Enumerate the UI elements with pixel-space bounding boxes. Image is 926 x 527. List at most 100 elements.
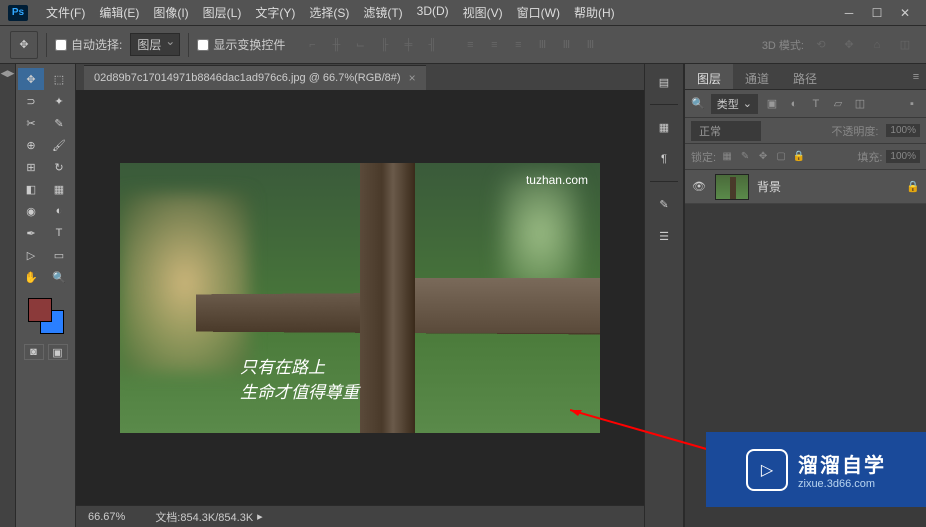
dodge-tool[interactable]: ◐ <box>46 200 72 222</box>
layer-row[interactable]: 👁 背景 🔒 <box>685 170 926 204</box>
path-select-tool[interactable]: ▷ <box>18 244 44 266</box>
lock-all-icon[interactable]: 🔒 <box>792 150 806 164</box>
close-button[interactable]: ✕ <box>892 3 918 23</box>
shape-tool[interactable]: ▭ <box>46 244 72 266</box>
history-panel-icon[interactable]: ▤ <box>652 70 676 94</box>
layer-visibility-icon[interactable]: 👁 <box>691 179 707 195</box>
align-left-icon[interactable]: ╟ <box>373 34 395 56</box>
filter-shape-icon[interactable]: ▱ <box>830 96 846 112</box>
tab-close-icon[interactable]: × <box>409 71 416 85</box>
dist-left-icon[interactable]: Ⅲ <box>531 34 553 56</box>
divider <box>46 33 47 57</box>
align-hcenter-icon[interactable]: ╪ <box>397 34 419 56</box>
adjustments-panel-icon[interactable]: ☰ <box>652 224 676 248</box>
align-right-icon[interactable]: ╢ <box>421 34 443 56</box>
blend-mode-select[interactable]: 正常 <box>691 121 761 141</box>
align-buttons: ⌐ ╫ ⌙ ╟ ╪ ╢ <box>301 34 443 56</box>
menu-image[interactable]: 图像(I) <box>147 0 194 25</box>
menu-window[interactable]: 窗口(W) <box>511 0 566 25</box>
panel-menu-icon[interactable]: ≡ <box>906 64 926 89</box>
show-transform-checkbox[interactable] <box>197 39 209 51</box>
lock-pixels-icon[interactable]: ✎ <box>738 150 752 164</box>
align-top-icon[interactable]: ⌐ <box>301 34 323 56</box>
auto-select-checkbox[interactable] <box>55 39 67 51</box>
minimize-button[interactable]: ─ <box>836 3 862 23</box>
gradient-tool[interactable]: ▦ <box>46 178 72 200</box>
dist-right-icon[interactable]: Ⅲ <box>579 34 601 56</box>
paragraph-panel-icon[interactable]: ¶ <box>652 147 676 171</box>
lock-transparent-icon[interactable]: ▦ <box>720 150 734 164</box>
tab-channels[interactable]: 通道 <box>733 64 781 89</box>
show-transform-check[interactable]: 显示变换控件 <box>197 36 285 53</box>
dist-bottom-icon[interactable]: ≡ <box>507 34 529 56</box>
screen-mode-icon[interactable]: ▣ <box>48 344 68 360</box>
lock-artboard-icon[interactable]: ▢ <box>774 150 788 164</box>
filter-type-icon[interactable]: T <box>808 96 824 112</box>
menu-view[interactable]: 视图(V) <box>457 0 509 25</box>
color-swatches <box>18 294 73 338</box>
options-bar: ✥ 自动选择: 图层 显示变换控件 ⌐ ╫ ⌙ ╟ ╪ ╢ ≡ ≡ ≡ Ⅲ Ⅲ … <box>0 26 926 64</box>
doc-size-info[interactable]: 文档:854.3K/854.3K ▸ <box>155 509 262 525</box>
tab-layers[interactable]: 图层 <box>685 64 733 89</box>
filter-smart-icon[interactable]: ◫ <box>852 96 868 112</box>
fill-value[interactable]: 100% <box>886 150 920 163</box>
opacity-value[interactable]: 100% <box>886 124 920 137</box>
3d-pan-icon[interactable]: ✥ <box>838 34 860 56</box>
3d-scale-icon[interactable]: ◫ <box>894 34 916 56</box>
menu-filter[interactable]: 滤镜(T) <box>357 0 408 25</box>
maximize-button[interactable]: ☐ <box>864 3 890 23</box>
align-vcenter-icon[interactable]: ╫ <box>325 34 347 56</box>
3d-orbit-icon[interactable]: ⟲ <box>810 34 832 56</box>
align-bottom-icon[interactable]: ⌙ <box>349 34 371 56</box>
move-tool[interactable]: ✥ <box>18 68 44 90</box>
3d-zoom-icon[interactable]: ⌂ <box>866 34 888 56</box>
menu-edit[interactable]: 编辑(E) <box>93 0 145 25</box>
layer-select-dropdown[interactable]: 图层 <box>130 33 180 56</box>
zoom-tool[interactable]: 🔍 <box>46 266 72 288</box>
stamp-tool[interactable]: ⊞ <box>18 156 44 178</box>
magic-wand-tool[interactable]: ✦ <box>46 90 72 112</box>
menu-file[interactable]: 文件(F) <box>40 0 91 25</box>
quick-mask-icon[interactable]: ◙ <box>24 344 44 360</box>
blur-tool[interactable]: ◉ <box>18 200 44 222</box>
lock-position-icon[interactable]: ✥ <box>756 150 770 164</box>
hand-tool[interactable]: ✋ <box>18 266 44 288</box>
pen-tool[interactable]: ✒ <box>18 222 44 244</box>
auto-select-check[interactable]: 自动选择: <box>55 36 122 53</box>
canvas[interactable]: tuzhan.com 只有在路上 生命才值得尊重 <box>76 90 644 505</box>
filter-pixel-icon[interactable]: ▣ <box>764 96 780 112</box>
tab-paths[interactable]: 路径 <box>781 64 829 89</box>
dist-hcenter-icon[interactable]: Ⅲ <box>555 34 577 56</box>
titlebar: Ps 文件(F) 编辑(E) 图像(I) 图层(L) 文字(Y) 选择(S) 滤… <box>0 0 926 26</box>
zoom-level[interactable]: 66.67% <box>88 511 125 523</box>
layer-name[interactable]: 背景 <box>757 178 898 195</box>
document-tab[interactable]: 02d89b7c17014971b8846dac1ad976c6.jpg @ 6… <box>84 65 426 90</box>
history-brush-tool[interactable]: ↻ <box>46 156 72 178</box>
healing-tool[interactable]: ⊕ <box>18 134 44 156</box>
window-controls: ─ ☐ ✕ <box>836 3 918 23</box>
move-tool-icon[interactable]: ✥ <box>10 31 38 59</box>
marquee-tool[interactable]: ⬚ <box>46 68 72 90</box>
menu-select[interactable]: 选择(S) <box>303 0 355 25</box>
filter-toggle-icon[interactable]: ▪ <box>904 96 920 112</box>
brush-tool[interactable]: 🖌 <box>46 134 72 156</box>
dist-top-icon[interactable]: ≡ <box>459 34 481 56</box>
filter-adjust-icon[interactable]: ◐ <box>786 96 802 112</box>
dist-vcenter-icon[interactable]: ≡ <box>483 34 505 56</box>
lasso-tool[interactable]: ⊃ <box>18 90 44 112</box>
filter-type-select[interactable]: 类型 ⌄ <box>711 94 758 114</box>
menu-3d[interactable]: 3D(D) <box>411 0 455 25</box>
crop-tool[interactable]: ✂ <box>18 112 44 134</box>
foreground-color[interactable] <box>28 298 52 322</box>
eyedropper-tool[interactable]: ✎ <box>46 112 72 134</box>
layer-thumbnail[interactable] <box>715 174 749 200</box>
show-transform-label: 显示变换控件 <box>213 36 285 53</box>
swatches-panel-icon[interactable]: ✎ <box>652 192 676 216</box>
eraser-tool[interactable]: ◧ <box>18 178 44 200</box>
menu-type[interactable]: 文字(Y) <box>249 0 301 25</box>
type-tool[interactable]: T <box>46 222 72 244</box>
character-panel-icon[interactable]: ▦ <box>652 115 676 139</box>
menu-layer[interactable]: 图层(L) <box>197 0 248 25</box>
menu-help[interactable]: 帮助(H) <box>568 0 621 25</box>
dock-collapse-icon[interactable]: ◀▶ <box>1 68 15 79</box>
